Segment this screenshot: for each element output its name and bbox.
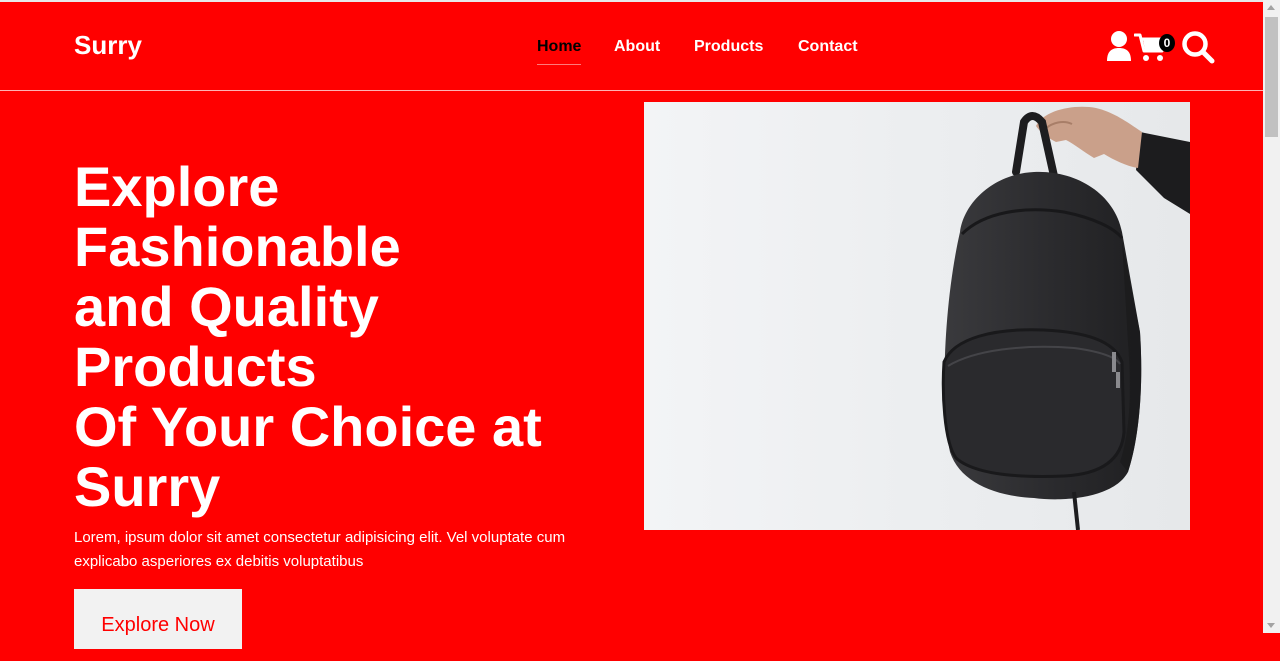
page-scrollbar[interactable] [1263,0,1280,633]
hero-title-line: Fashionable [74,215,401,278]
cart-count-badge: 0 [1159,34,1175,52]
user-icon[interactable] [1105,30,1133,62]
navbar: Surry Home About Products Contact 0 [0,2,1263,90]
page: Surry Home About Products Contact 0 Expl… [0,0,1263,649]
scroll-up-arrow-icon[interactable] [1267,5,1275,10]
explore-now-button[interactable]: Explore Now [74,589,242,649]
scrollbar-thumb[interactable] [1265,17,1278,137]
nav-link-products[interactable]: Products [694,38,763,56]
brand-logo[interactable]: Surry [74,30,142,61]
nav-link-about[interactable]: About [614,38,660,56]
hero-title-line: and Quality [74,275,379,338]
hero-title-line: Products [74,335,317,398]
hero-title-line: Explore [74,155,280,218]
scroll-down-arrow-icon[interactable] [1267,623,1275,628]
hero-title-line: Of Your Choice at [74,395,542,458]
hero-title-line: Surry [74,455,221,518]
navbar-divider [0,90,1263,91]
hero-title: Explore Fashionable and Quality Products… [74,157,634,517]
hero-backpack-image [644,102,1190,530]
hero-description: Lorem, ipsum dolor sit amet consectetur … [74,529,566,570]
search-icon[interactable] [1181,30,1215,64]
nav-link-contact[interactable]: Contact [798,38,858,56]
nav-link-home[interactable]: Home [537,38,582,65]
